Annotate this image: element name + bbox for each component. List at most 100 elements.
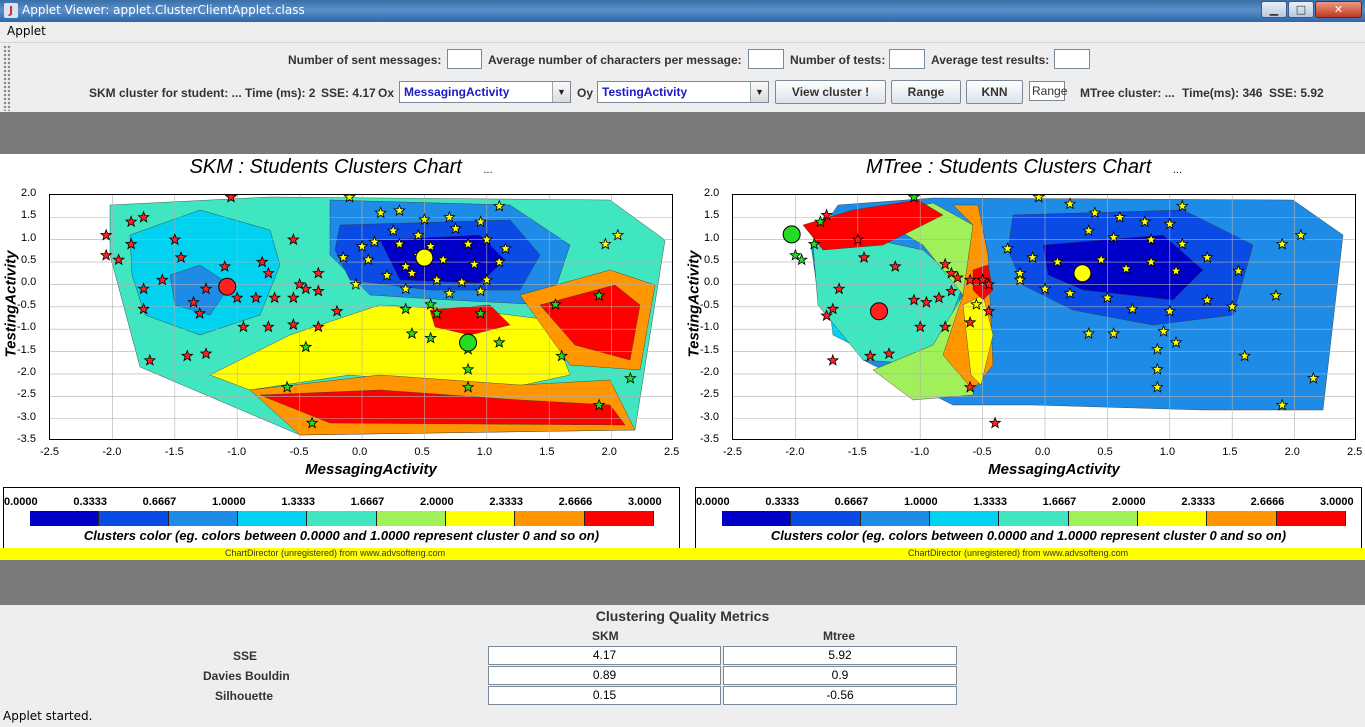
window-titlebar: J Applet Viewer: applet.ClusterClientApp…: [0, 0, 1365, 22]
avg-chars-label: Average number of characters per message…: [488, 53, 742, 67]
mtree-sse: SSE: 5.92: [1269, 86, 1324, 100]
skm-chart-title: SKM : Students Clusters Chart ...: [0, 156, 682, 179]
legend-swatch: [1068, 511, 1138, 526]
x-tick-label: -1.5: [847, 446, 867, 458]
toolbar-grip[interactable]: [3, 45, 11, 111]
metrics-title: Clustering Quality Metrics: [595, 608, 770, 624]
metrics-cell: 0.89: [488, 666, 721, 685]
y-tick-label: -3.0: [700, 410, 719, 423]
legend-swatch: [929, 511, 1000, 526]
metrics-col-mtree: Mtree: [823, 629, 856, 643]
x-tick-label: 1.0: [476, 446, 493, 458]
y-tick-label: 0.0: [21, 276, 37, 289]
legend-swatch: [99, 511, 169, 526]
range-button[interactable]: Range: [891, 80, 961, 104]
skm-plot-area: [49, 194, 673, 440]
y-tick-label: 2.0: [21, 187, 37, 199]
x-tick-label: -0.5: [289, 446, 309, 458]
num-tests-label: Number of tests:: [790, 53, 886, 67]
mtree-chart-title-text: MTree : Students Clusters Chart: [865, 156, 1152, 178]
num-tests-input[interactable]: [889, 49, 925, 69]
metrics-cell: 5.92: [723, 646, 957, 665]
skm-chart-title-text: SKM : Students Clusters Chart: [189, 156, 462, 178]
minimize-button[interactable]: ▁: [1261, 1, 1287, 18]
legend-swatch: [307, 511, 377, 526]
legend-tick-label: 3.0000: [628, 496, 662, 508]
avg-chars-input[interactable]: [748, 49, 784, 69]
chevron-down-icon[interactable]: ▼: [552, 82, 570, 102]
legend-tick-label: 0.0000: [696, 496, 730, 508]
legend-tick-label: 1.0000: [212, 496, 246, 508]
legend-swatch: [1207, 511, 1277, 526]
x-tick-label: -2.0: [102, 446, 122, 458]
y-tick-label: -2.0: [17, 365, 36, 378]
cluster-centroid: [1073, 264, 1092, 283]
oy-label: Oy: [577, 86, 594, 100]
skm-cluster-label: SKM cluster for student: ...: [89, 86, 242, 100]
y-tick-label: -1.5: [700, 343, 719, 356]
cluster-centroid: [415, 248, 434, 267]
menu-applet[interactable]: Applet: [7, 24, 46, 38]
legend-swatch: [445, 511, 516, 526]
cluster-centroid: [218, 277, 237, 296]
legend-swatch: [1276, 511, 1346, 526]
knn-button[interactable]: KNN: [966, 80, 1023, 104]
ox-select[interactable]: MessagingActivity ▼: [399, 81, 571, 103]
legend-swatch: [999, 511, 1069, 526]
x-tick-label: -2.0: [785, 446, 805, 458]
mtree-time: Time(ms): 346: [1182, 86, 1263, 100]
cluster-centroid: [459, 333, 478, 352]
avg-test-label: Average test results:: [931, 53, 1050, 67]
legend-tick-label: 2.3333: [489, 496, 523, 508]
y-tick-label: -1.0: [17, 321, 36, 334]
y-tick-label: -3.5: [17, 433, 36, 445]
chevron-down-icon[interactable]: ▼: [750, 82, 768, 102]
legend-swatch: [1137, 511, 1208, 526]
legend-tick-label: 1.6667: [350, 496, 385, 508]
legend-tick-label: 2.6666: [558, 496, 593, 508]
skm-color-legend: Clusters color (eg. colors between 0.000…: [3, 487, 680, 550]
cluster-centroid: [782, 225, 801, 244]
x-tick-label: -2.5: [40, 446, 59, 458]
skm-y-axis-label: TestingActivity: [2, 250, 20, 358]
metrics-panel: Clustering Quality Metrics SKM Mtree SSE…: [0, 605, 1365, 705]
y-tick-label: -0.5: [17, 298, 36, 311]
oy-select-value: TestingActivity: [602, 85, 688, 99]
x-tick-label: -1.0: [910, 446, 930, 458]
y-tick-label: -0.5: [700, 298, 719, 311]
oy-select[interactable]: TestingActivity ▼: [597, 81, 769, 103]
data-point-star: [988, 416, 1002, 429]
y-tick-label: 1.5: [21, 209, 37, 222]
x-tick-label: 2.0: [1284, 446, 1300, 458]
legend-tick-label: 1.3333: [973, 496, 1007, 508]
y-tick-label: -1.0: [700, 321, 719, 334]
legend-color-bar: [30, 511, 654, 526]
ox-label: Ox: [378, 86, 395, 100]
legend-swatch: [860, 511, 930, 526]
y-tick-label: -3.0: [17, 410, 36, 423]
sent-messages-input[interactable]: [447, 49, 482, 69]
x-tick-label: 2.5: [1347, 446, 1363, 458]
mtree-y-axis-label: TestingActivity: [685, 250, 703, 358]
avg-test-input[interactable]: [1054, 49, 1090, 69]
mtree-credit: ChartDirector (unregistered) from www.ad…: [908, 548, 1129, 558]
close-button[interactable]: ✕: [1315, 1, 1362, 18]
view-cluster-button[interactable]: View cluster !: [775, 80, 886, 104]
y-tick-label: 2.0: [704, 187, 720, 199]
maximize-button[interactable]: □: [1288, 1, 1314, 18]
status-text: Applet started.: [3, 709, 93, 723]
legend-tick-label: 0.6667: [834, 496, 869, 508]
x-tick-label: 0.5: [1097, 446, 1113, 458]
legend-tick-label: 2.3333: [1181, 496, 1215, 508]
x-tick-label: 0.0: [1035, 446, 1051, 458]
y-tick-label: 0.5: [704, 254, 720, 267]
legend-color-bar: [722, 511, 1346, 526]
y-tick-label: -2.5: [700, 388, 719, 401]
x-tick-label: 2.0: [601, 446, 617, 458]
mtree-chart-title: MTree : Students Clusters Chart ...: [683, 156, 1365, 179]
legend-swatch: [30, 511, 100, 526]
x-tick-label: -1.0: [227, 446, 247, 458]
legend-swatch: [584, 511, 654, 526]
metrics-cell: 0.15: [488, 686, 721, 705]
range-input[interactable]: Range: [1029, 81, 1067, 101]
